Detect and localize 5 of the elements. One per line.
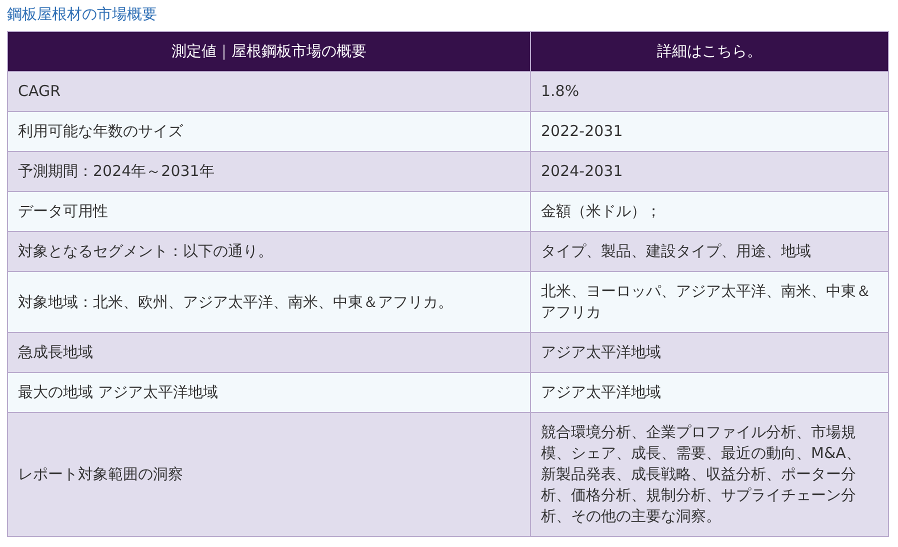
column-header: 測定値｜屋根鋼板市場の概要 [8, 32, 530, 72]
page-title: 鋼板屋根材の市場概要 [6, 4, 158, 25]
table-cell: 競合環境分析、企業プロファイル分析、市場規模、シェア、成長、需要、最近の動向、M&A、新製品発表、成長戦略、収益分析、ポーター分析、価格分析、規制分析、サプライチェーン分析、その他の主要な洞察。 [530, 412, 888, 536]
column-header: 詳細はこちら。 [530, 32, 888, 72]
table-cell: レポート対象範囲の洞察 [8, 412, 530, 536]
